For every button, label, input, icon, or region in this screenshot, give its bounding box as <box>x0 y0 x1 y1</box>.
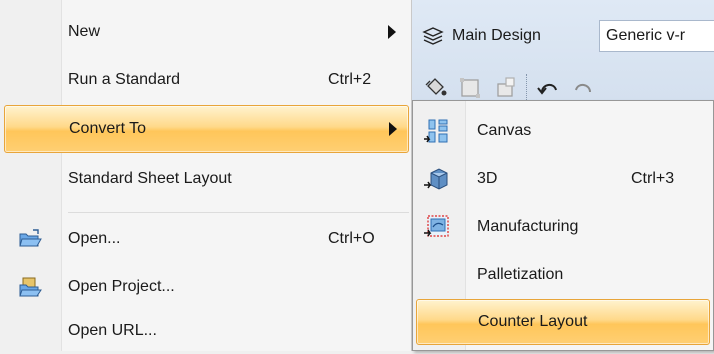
toolbar: Main Design Generic v-r <box>412 0 714 113</box>
menu-item-open-project[interactable]: Open Project... <box>0 264 411 310</box>
submenu-item-3d[interactable]: 3D Ctrl+3 <box>413 155 713 203</box>
menu-item-label: Open Project... <box>68 278 175 295</box>
select-box-icon[interactable] <box>456 74 484 102</box>
submenu-item-shortcut: Ctrl+3 <box>631 170 675 187</box>
toolbar-separator <box>526 74 529 102</box>
submenu-item-palletization[interactable]: Palletization <box>413 251 713 299</box>
menu-item-label: Standard Sheet Layout <box>68 170 232 187</box>
menu-item-label: New <box>68 23 101 40</box>
open-project-icon <box>18 276 42 298</box>
menu-item-new[interactable]: New <box>0 9 411 55</box>
main-design-button[interactable]: Main Design <box>422 20 541 52</box>
menu-item-convert-to[interactable]: Convert To <box>4 105 409 153</box>
submenu-item-label: Palletization <box>477 266 564 283</box>
menu-item-open[interactable]: Open... Ctrl+O <box>0 216 411 262</box>
menu-item-open-url[interactable]: Open URL... <box>0 308 411 354</box>
menu-item-label: Run a Standard <box>68 71 181 88</box>
submenu-item-counter-layout[interactable]: Counter Layout <box>416 299 710 345</box>
menu-item-label: Convert To <box>69 120 147 137</box>
convert-to-submenu: Canvas 3D Ctrl+3 Manufacturing Palletiza… <box>412 100 714 351</box>
menu-item-run-a-standard[interactable]: Run a Standard Ctrl+2 <box>0 57 411 103</box>
layout-box-icon[interactable] <box>492 74 520 102</box>
redo-icon[interactable] <box>570 74 598 102</box>
submenu-arrow-icon <box>389 122 397 136</box>
file-menu: New Run a Standard Ctrl+2 Convert To Sta… <box>0 0 412 351</box>
submenu-item-label: 3D <box>477 170 498 187</box>
menu-separator <box>68 212 409 213</box>
menu-item-standard-sheet-layout[interactable]: Standard Sheet Layout <box>0 156 411 202</box>
menu-item-shortcut: Ctrl+2 <box>328 71 372 88</box>
submenu-item-label: Counter Layout <box>478 313 588 330</box>
canvas-icon <box>423 117 451 145</box>
open-folder-icon <box>18 228 42 250</box>
submenu-item-canvas[interactable]: Canvas <box>413 107 713 155</box>
submenu-item-label: Canvas <box>477 122 532 139</box>
submenu-item-label: Manufacturing <box>477 218 579 235</box>
menu-item-label: Open... <box>68 230 121 247</box>
main-design-label: Main Design <box>452 27 541 44</box>
menu-item-shortcut: Ctrl+O <box>328 230 375 247</box>
toolbar-row-top: Main Design Generic v-r <box>412 6 714 66</box>
undo-icon[interactable] <box>534 74 562 102</box>
menu-item-label: Open URL... <box>68 322 157 339</box>
layers-icon <box>422 27 444 45</box>
submenu-arrow-icon <box>388 25 396 39</box>
view-select[interactable]: Generic v-r <box>599 20 714 52</box>
submenu-item-manufacturing[interactable]: Manufacturing <box>413 203 713 251</box>
paint-bucket-icon[interactable] <box>422 74 450 102</box>
3d-box-icon <box>423 165 451 193</box>
manufacturing-icon <box>423 213 451 241</box>
